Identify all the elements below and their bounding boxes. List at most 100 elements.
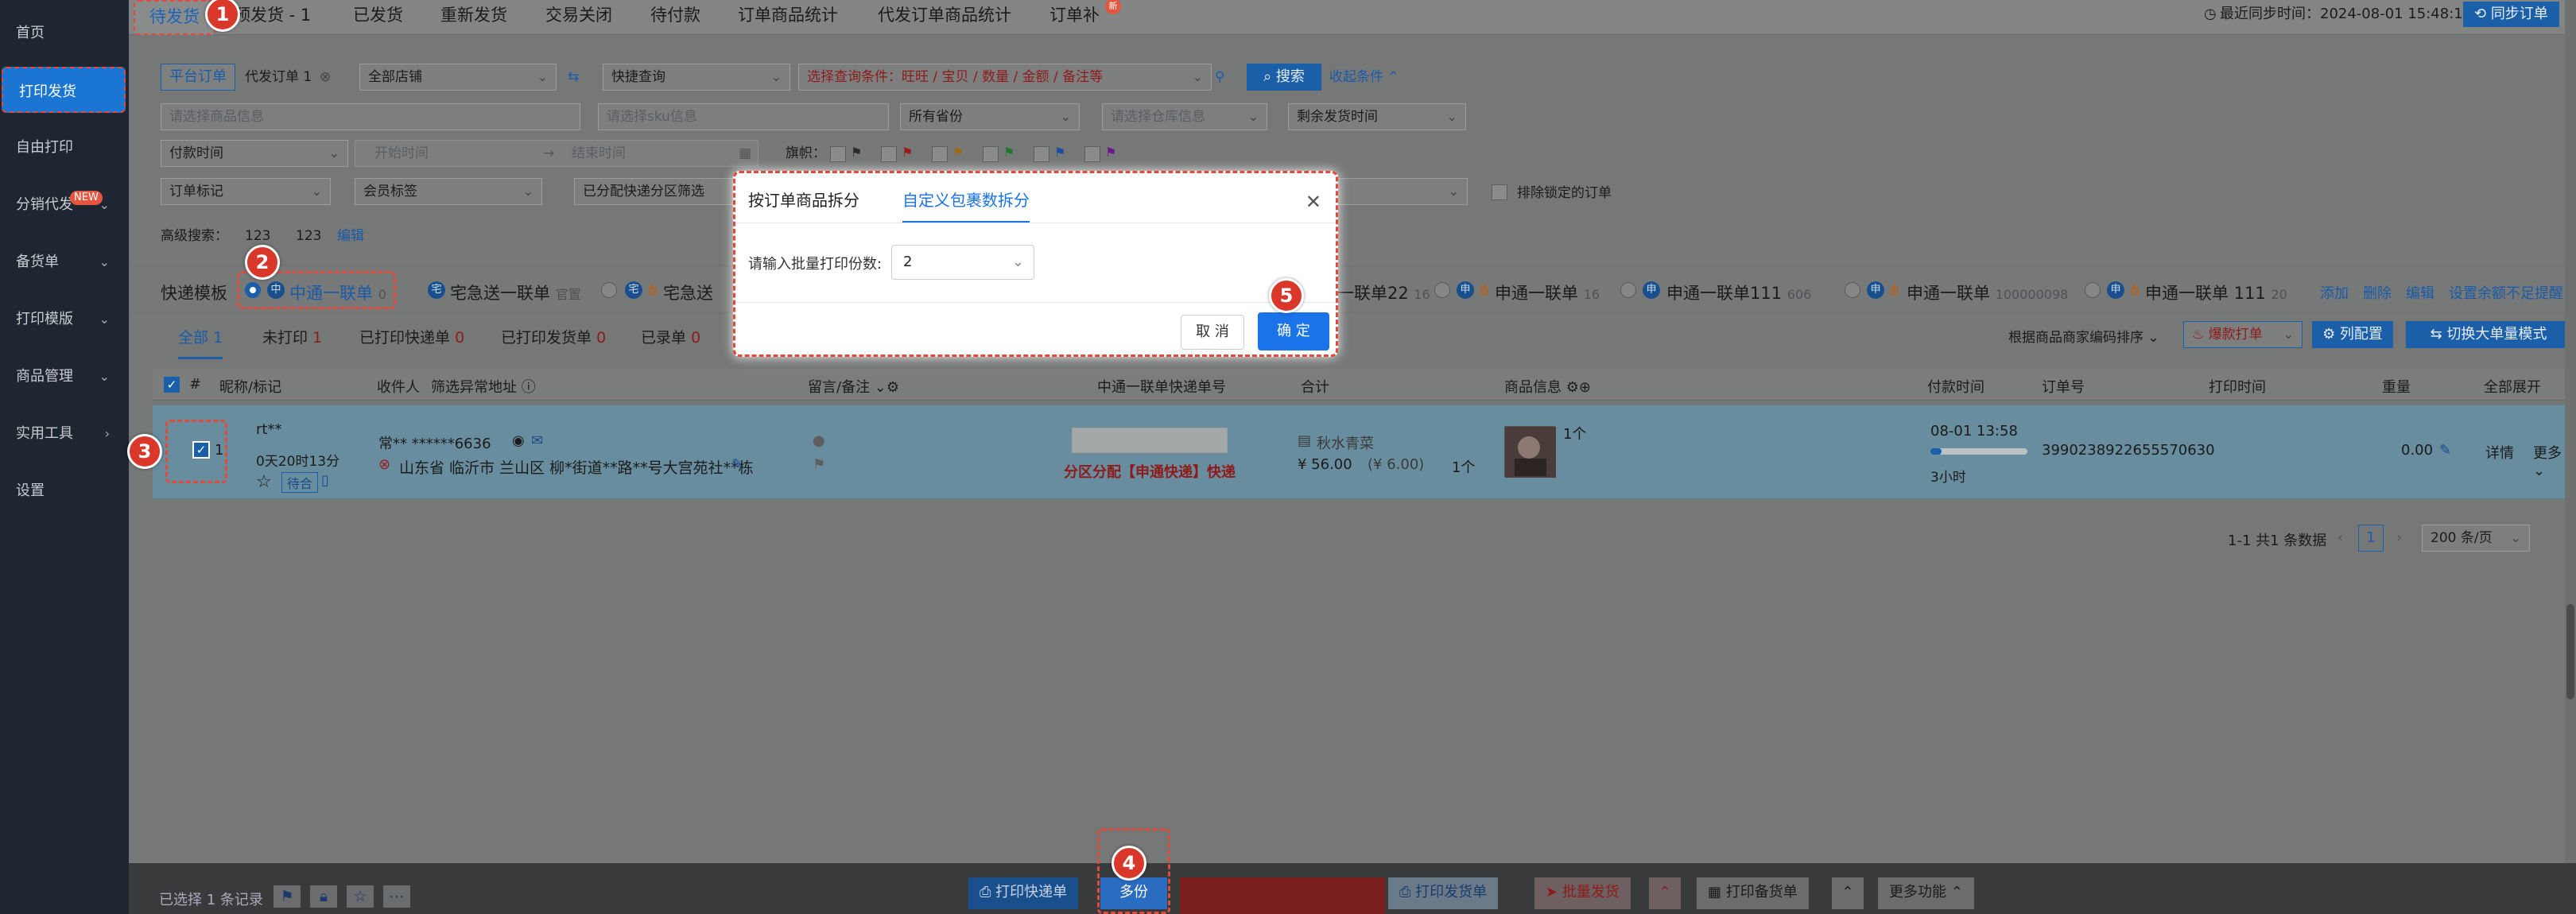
more-icon[interactable]: ⋯ bbox=[383, 885, 410, 908]
flag-checkbox[interactable] bbox=[932, 146, 948, 162]
query-condition-select[interactable]: 选择查询条件：旺旺 / 宝贝 / 数量 / 金额 / 备注等 ⌄ bbox=[798, 64, 1212, 91]
batch-ship-button[interactable]: ➤ 批量发货 bbox=[1534, 877, 1631, 909]
template-name[interactable]: 申通一联单 100000098 bbox=[1907, 281, 2068, 304]
lock-icon[interactable]: 🔒︎ bbox=[310, 885, 337, 908]
batch-ship-dropdown[interactable]: ⌃ bbox=[1649, 877, 1681, 909]
tab-order-goods-stats[interactable]: 订单商品统计 bbox=[738, 0, 838, 35]
platform-order-button[interactable]: 平台订单 bbox=[161, 64, 235, 91]
flag-checkbox[interactable] bbox=[830, 146, 846, 162]
template-name[interactable]: 宅急送一联单 官置 bbox=[450, 281, 581, 304]
detail-link[interactable]: 详情 bbox=[2485, 442, 2514, 463]
express-zone-filter-select[interactable]: 已分配快递分区筛选 bbox=[574, 178, 733, 205]
page-size-select[interactable]: 200 条/页 ⌄ bbox=[2422, 525, 2530, 552]
close-icon[interactable]: ⊗ bbox=[320, 64, 331, 91]
quick-query-select[interactable]: 快捷查询 ⌄ bbox=[603, 64, 790, 91]
expand-all-link[interactable]: 全部展开 bbox=[2484, 376, 2541, 397]
prev-page-icon[interactable]: ‹ bbox=[2337, 529, 2343, 546]
status-tab-recorded[interactable]: 已录单 0 bbox=[641, 326, 700, 347]
advanced-search-item[interactable]: 123 bbox=[296, 223, 321, 250]
sidebar-item-settings[interactable]: 设置 bbox=[0, 467, 129, 515]
column-config-button[interactable]: ⚙ 列配置 bbox=[2312, 321, 2393, 348]
template-radio[interactable] bbox=[601, 282, 617, 298]
status-tab-delivery-printed[interactable]: 已打印发货单 0 bbox=[501, 326, 606, 347]
province-select[interactable]: 所有省份 ⌄ bbox=[900, 103, 1080, 130]
flag-icon[interactable]: ⚑ bbox=[274, 885, 301, 908]
template-name[interactable]: 申通一联单111 606 bbox=[1666, 281, 1811, 304]
status-tab-all[interactable]: 全部 1 bbox=[178, 326, 223, 359]
select-all-checkbox[interactable]: ✓ bbox=[164, 377, 180, 393]
more-link[interactable]: 更多 ⌄ bbox=[2533, 442, 2566, 479]
flag-checkbox[interactable] bbox=[983, 146, 999, 162]
balance-alert-link[interactable]: 设置余额不足提醒 bbox=[2449, 282, 2563, 303]
print-stock-button[interactable]: ▦ 打印备货单 bbox=[1697, 877, 1809, 909]
shop-select[interactable]: 全部店铺 ⌄ bbox=[359, 64, 557, 91]
sidebar-item-home[interactable]: 首页 bbox=[0, 10, 129, 57]
cancel-button[interactable]: 取 消 bbox=[1181, 315, 1244, 350]
multi-copy-button[interactable]: 多份 bbox=[1100, 877, 1167, 909]
tab-daifa-stats[interactable]: 代发订单商品统计 bbox=[878, 0, 1011, 35]
sync-orders-button[interactable]: ⟲ 同步订单 bbox=[2463, 2, 2559, 27]
sidebar-item-tools[interactable]: 实用工具 › bbox=[0, 410, 129, 458]
express-number-input[interactable] bbox=[1072, 428, 1228, 453]
exclude-locked-checkbox[interactable] bbox=[1492, 184, 1507, 200]
switch-bulk-mode-button[interactable]: ⇆ 切换大单量模式 bbox=[2406, 321, 2571, 348]
star-icon[interactable]: ☆ bbox=[256, 472, 272, 492]
tab-split-by-goods[interactable]: 按订单商品拆分 bbox=[748, 188, 859, 211]
swap-icon[interactable]: ⇆ bbox=[568, 64, 579, 91]
template-name[interactable]: 一联单22 16 bbox=[1337, 281, 1430, 304]
sidebar-item-distribution[interactable]: 分销代发 NEW ⌄ bbox=[0, 181, 129, 229]
sidebar-item-free-print[interactable]: 自由打印 bbox=[0, 124, 129, 172]
goods-info-input[interactable]: 请选择商品信息 bbox=[161, 103, 580, 130]
tab-split-by-package-count[interactable]: 自定义包裹数拆分 bbox=[902, 188, 1030, 223]
star-icon[interactable]: ☆ bbox=[347, 885, 374, 908]
sidebar-item-print-ship[interactable]: 打印发货 bbox=[2, 67, 126, 113]
template-radio[interactable] bbox=[2085, 282, 2101, 298]
tab-reship[interactable]: 重新发货 bbox=[440, 0, 507, 35]
scrollbar-thumb[interactable] bbox=[2566, 604, 2574, 699]
row-checkbox[interactable]: ✓ bbox=[192, 441, 210, 459]
template-radio[interactable] bbox=[245, 282, 261, 298]
advanced-search-edit-link[interactable]: 编辑 bbox=[337, 223, 364, 250]
flag-checkbox[interactable] bbox=[881, 146, 897, 162]
search-button[interactable]: ⌕ 搜索 bbox=[1247, 64, 1321, 91]
warehouse-select[interactable]: 请选择仓库信息 ⌄ bbox=[1102, 103, 1267, 130]
template-name[interactable]: 申通一联单 16 bbox=[1495, 281, 1600, 304]
flag-checkbox[interactable] bbox=[1084, 146, 1100, 162]
edit-template-link[interactable]: 编辑 bbox=[2406, 282, 2434, 303]
column-header[interactable]: 留言/备注 ⌄⚙ bbox=[808, 376, 899, 397]
print-delivery-button[interactable]: ⎙ 打印发货单 bbox=[1388, 877, 1499, 909]
sort-select[interactable]: 根据商品商家编码排序 ⌄ bbox=[2008, 324, 2159, 351]
filter-abnormal-address-link[interactable]: 筛选异常地址 ⓘ bbox=[431, 376, 536, 397]
sidebar-item-goods[interactable]: 商品管理 ⌄ bbox=[0, 353, 129, 401]
flag-checkbox[interactable] bbox=[1034, 146, 1049, 162]
scrollbar-track[interactable] bbox=[2565, 0, 2576, 863]
close-icon[interactable]: ✕ bbox=[1305, 191, 1321, 213]
daifa-order-toggle[interactable]: 代发订单 1 bbox=[245, 64, 312, 91]
sku-info-input[interactable]: 请选择sku信息 bbox=[598, 103, 889, 130]
flag-icon[interactable]: ⚑ bbox=[813, 456, 825, 473]
tab-closed[interactable]: 交易关闭 bbox=[545, 0, 612, 35]
collapse-conditions-link[interactable]: 收起条件 ⌃ bbox=[1329, 64, 1399, 91]
sidebar-item-templates[interactable]: 打印模版 ⌄ bbox=[0, 296, 129, 343]
template-radio[interactable] bbox=[1434, 282, 1450, 298]
eye-icon[interactable]: ◉ bbox=[512, 432, 525, 449]
template-radio[interactable] bbox=[1620, 282, 1636, 298]
extra-filter-select[interactable]: ⌄ bbox=[1337, 178, 1468, 205]
template-name[interactable]: 申通一联单 111 20 bbox=[2145, 281, 2287, 304]
product-thumbnail[interactable] bbox=[1504, 426, 1556, 478]
sidebar-item-stock[interactable]: 备货单 ⌄ bbox=[0, 238, 129, 286]
status-tab-express-printed[interactable]: 已打印快递单 0 bbox=[359, 326, 464, 347]
status-tab-unprinted[interactable]: 未打印 1 bbox=[262, 326, 322, 347]
tab-unpaid[interactable]: 待付款 bbox=[650, 0, 700, 35]
print-express-button[interactable]: ⎙ 打印快递单 bbox=[968, 877, 1079, 909]
copies-select[interactable]: 2 ⌄ bbox=[891, 245, 1034, 280]
delete-template-link[interactable]: 删除 bbox=[2363, 282, 2392, 303]
member-tag-select[interactable]: 会员标签 ⌄ bbox=[355, 178, 542, 205]
edit-icon[interactable]: ✎ bbox=[2439, 442, 2451, 459]
mail-icon[interactable]: ✉ bbox=[531, 432, 543, 449]
tab-shipped[interactable]: 已发货 bbox=[353, 0, 403, 35]
edit-icon[interactable]: ✎ bbox=[731, 456, 743, 473]
tab-pre-ship[interactable]: 预发货 - 1 bbox=[234, 0, 311, 35]
template-name[interactable]: 宅急送 bbox=[663, 281, 713, 304]
next-page-icon[interactable]: › bbox=[2396, 529, 2402, 546]
